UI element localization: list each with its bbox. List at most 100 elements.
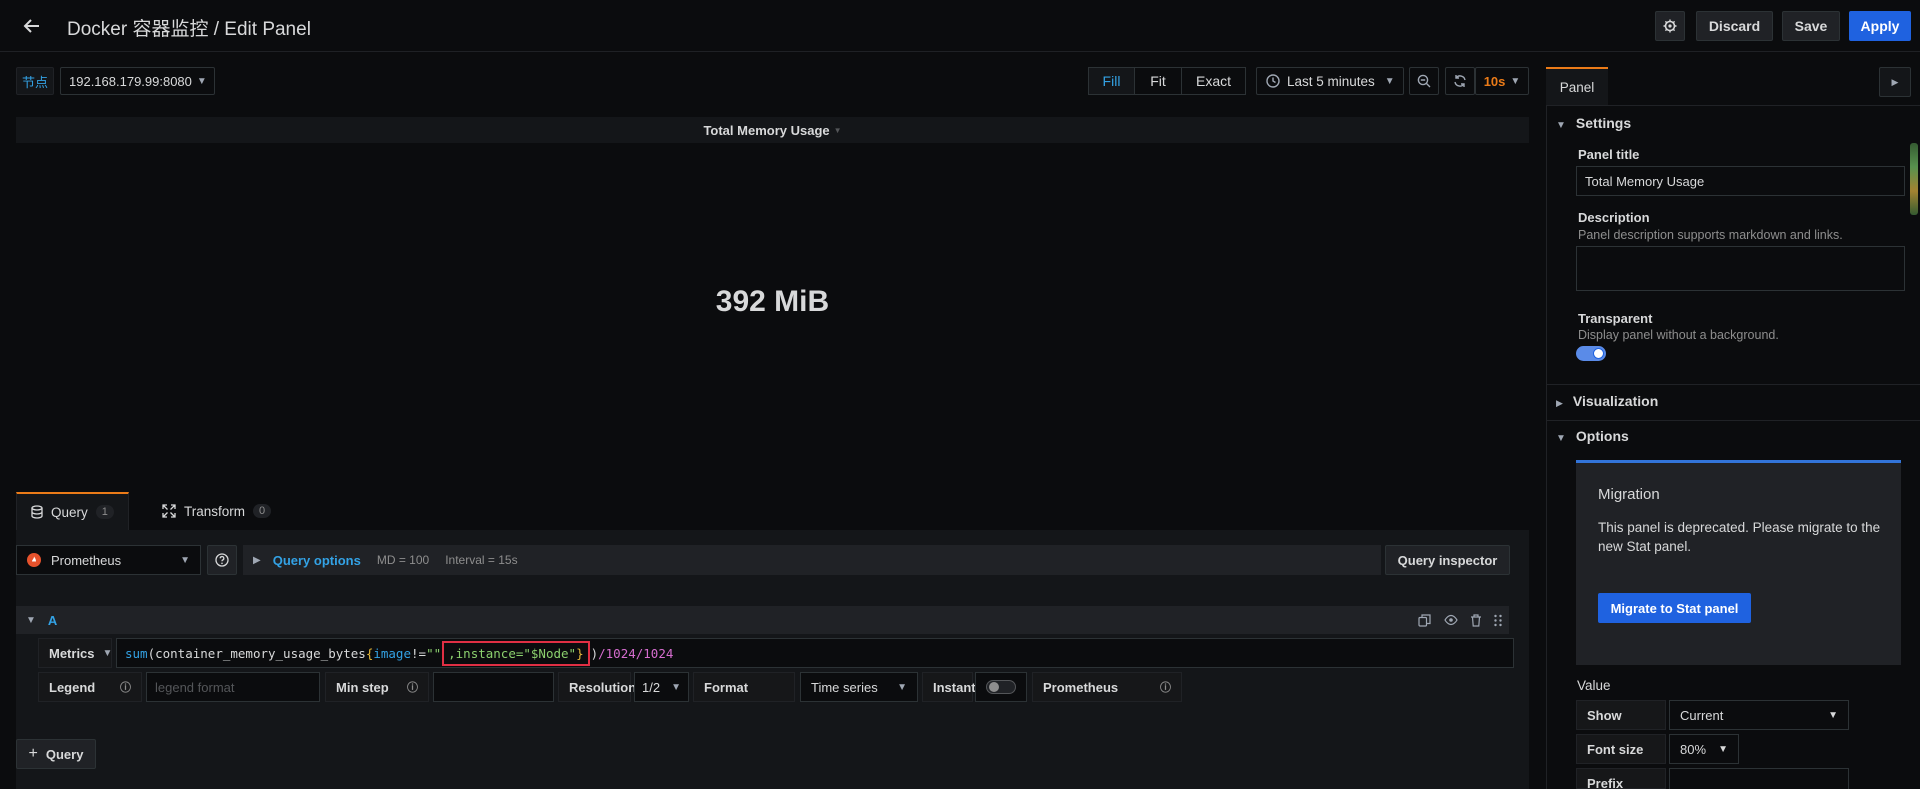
trash-icon[interactable] bbox=[1470, 613, 1482, 627]
chevron-down-icon: ▼ bbox=[671, 681, 681, 693]
visualization-section-label: Visualization bbox=[1572, 393, 1659, 409]
show-value: Current bbox=[1680, 707, 1724, 723]
show-select[interactable]: Current ▼ bbox=[1669, 700, 1849, 730]
query-row-header[interactable]: ▼ A bbox=[16, 606, 1509, 634]
resolution-select[interactable]: 1/2 ▼ bbox=[634, 672, 689, 702]
view-mode-exact[interactable]: Exact bbox=[1181, 67, 1246, 95]
zoom-out-button[interactable] bbox=[1409, 67, 1439, 95]
datasource-badge-text: Prometheus bbox=[1043, 679, 1119, 695]
settings-section-label: Settings bbox=[1575, 115, 1632, 131]
chevron-down-icon: ▼ bbox=[196, 75, 207, 87]
instant-toggle-box bbox=[975, 672, 1027, 702]
refresh-interval-picker[interactable]: 10s ▼ bbox=[1475, 67, 1529, 95]
options-section-label: Options bbox=[1575, 428, 1629, 444]
apply-button[interactable]: Apply bbox=[1849, 11, 1911, 41]
promql-expression-input[interactable]: sum(container_memory_usage_bytes{image !=… bbox=[116, 638, 1514, 668]
query-refid: A bbox=[47, 612, 58, 628]
datasource-picker[interactable]: Prometheus ▼ bbox=[16, 545, 201, 575]
chevron-down-icon: ▼ bbox=[1556, 433, 1566, 444]
view-mode-fill[interactable]: Fill bbox=[1088, 67, 1135, 95]
back-arrow-icon[interactable] bbox=[20, 14, 44, 38]
variable-value: 192.168.179.99:8080 bbox=[69, 73, 192, 89]
page-title: Docker 容器监控 / Edit Panel bbox=[67, 19, 311, 40]
description-label: Description bbox=[1578, 210, 1650, 225]
save-button[interactable]: Save bbox=[1782, 11, 1840, 41]
expr-value: "" bbox=[426, 645, 442, 661]
time-range-value: Last 5 minutes bbox=[1287, 73, 1375, 89]
font-size-value: 80% bbox=[1680, 741, 1707, 757]
expr-brace-open: { bbox=[365, 645, 374, 661]
chevron-down-icon: ▼ bbox=[833, 125, 842, 135]
legend-format-input[interactable]: legend format bbox=[146, 672, 320, 702]
tab-query-label: Query bbox=[51, 504, 88, 520]
panel-title-value: Total Memory Usage bbox=[1585, 173, 1705, 189]
refresh-button[interactable] bbox=[1445, 67, 1475, 95]
transparent-toggle[interactable] bbox=[1576, 346, 1606, 361]
panel-title-input[interactable]: Total Memory Usage bbox=[1576, 166, 1905, 196]
datasource-name: Prometheus bbox=[51, 552, 122, 568]
instant-label: Instant bbox=[922, 672, 976, 702]
collapse-sidebar-button[interactable]: ▶ bbox=[1879, 67, 1911, 97]
visualization-section-header[interactable]: ▶ Visualization bbox=[1556, 393, 1658, 409]
migration-text: This panel is deprecated. Please migrate… bbox=[1598, 520, 1881, 554]
metrics-label-button[interactable]: Metrics ▼ bbox=[38, 638, 112, 668]
prefix-input[interactable] bbox=[1669, 768, 1849, 789]
discard-button[interactable]: Discard bbox=[1696, 11, 1773, 41]
prefix-label: Prefix bbox=[1576, 768, 1666, 789]
settings-section-header[interactable]: ▼ Settings bbox=[1556, 115, 1631, 131]
font-size-label: Font size bbox=[1576, 734, 1666, 764]
datasource-help-button[interactable] bbox=[207, 545, 237, 575]
chevron-down-icon: ▼ bbox=[897, 681, 907, 693]
min-step-label-text: Min step bbox=[336, 679, 389, 695]
min-step-input[interactable] bbox=[433, 672, 554, 702]
legend-label-text: Legend bbox=[49, 679, 96, 695]
gear-icon bbox=[1663, 19, 1677, 33]
add-query-button[interactable]: + Query bbox=[16, 739, 96, 769]
description-hint: Panel description supports markdown and … bbox=[1578, 228, 1843, 242]
zoom-out-icon bbox=[1417, 74, 1431, 88]
tab-transform[interactable]: Transform 0 bbox=[150, 492, 280, 530]
migrate-to-stat-button[interactable]: Migrate to Stat panel bbox=[1598, 593, 1751, 623]
panel-header[interactable]: Total Memory Usage ▼ bbox=[16, 117, 1529, 143]
copy-icon[interactable] bbox=[1418, 613, 1431, 627]
panel-title-label: Panel title bbox=[1578, 147, 1640, 162]
chevron-right-icon: ▶ bbox=[1556, 398, 1563, 408]
chevron-right-icon: ▶ bbox=[253, 554, 261, 566]
options-section-header[interactable]: ▼ Options bbox=[1556, 428, 1629, 444]
clock-icon bbox=[1266, 74, 1280, 88]
singlestat-value: 392 MiB bbox=[715, 285, 830, 318]
chevron-down-icon: ▼ bbox=[1828, 709, 1838, 721]
transform-icon bbox=[162, 504, 176, 518]
drag-icon[interactable] bbox=[1493, 614, 1503, 627]
query-inspector-button[interactable]: Query inspector bbox=[1385, 545, 1510, 575]
tab-panel-label: Panel bbox=[1559, 79, 1595, 95]
add-query-label: Query bbox=[45, 746, 84, 762]
variable-select[interactable]: 192.168.179.99:8080 ▼ bbox=[60, 67, 215, 95]
expr-brace-close: } bbox=[576, 645, 584, 661]
variable-label: 节点 bbox=[16, 67, 54, 95]
sidebar-scrollbar[interactable] bbox=[1910, 143, 1918, 215]
chevron-down-icon[interactable]: ▼ bbox=[26, 615, 36, 626]
chevron-down-icon: ▼ bbox=[1384, 75, 1395, 87]
view-mode-fit[interactable]: Fit bbox=[1134, 67, 1182, 95]
tab-query[interactable]: Query 1 bbox=[16, 492, 129, 530]
font-size-select[interactable]: 80% ▼ bbox=[1669, 734, 1739, 764]
format-select[interactable]: Time series ▼ bbox=[800, 672, 918, 702]
query-options-label: Query options bbox=[272, 552, 361, 568]
info-icon: ⓘ bbox=[407, 682, 418, 694]
tab-panel[interactable]: Panel bbox=[1546, 67, 1608, 105]
instant-toggle[interactable] bbox=[986, 680, 1016, 694]
refresh-interval-value: 10s bbox=[1483, 73, 1506, 89]
time-range-picker[interactable]: Last 5 minutes ▼ bbox=[1256, 67, 1404, 95]
eye-icon[interactable] bbox=[1444, 614, 1458, 626]
legend-label: Legend ⓘ bbox=[38, 672, 142, 702]
transparent-label: Transparent bbox=[1578, 311, 1653, 326]
settings-divider bbox=[1546, 384, 1920, 385]
settings-button[interactable] bbox=[1655, 11, 1685, 41]
prometheus-logo-icon bbox=[27, 553, 41, 567]
database-icon bbox=[31, 505, 43, 519]
description-textarea[interactable] bbox=[1576, 246, 1905, 291]
resolution-label: Resolution bbox=[558, 672, 636, 702]
info-icon: ⓘ bbox=[120, 682, 131, 694]
query-options-bar[interactable]: ▶ Query options MD = 100 Interval = 15s bbox=[243, 545, 1381, 575]
